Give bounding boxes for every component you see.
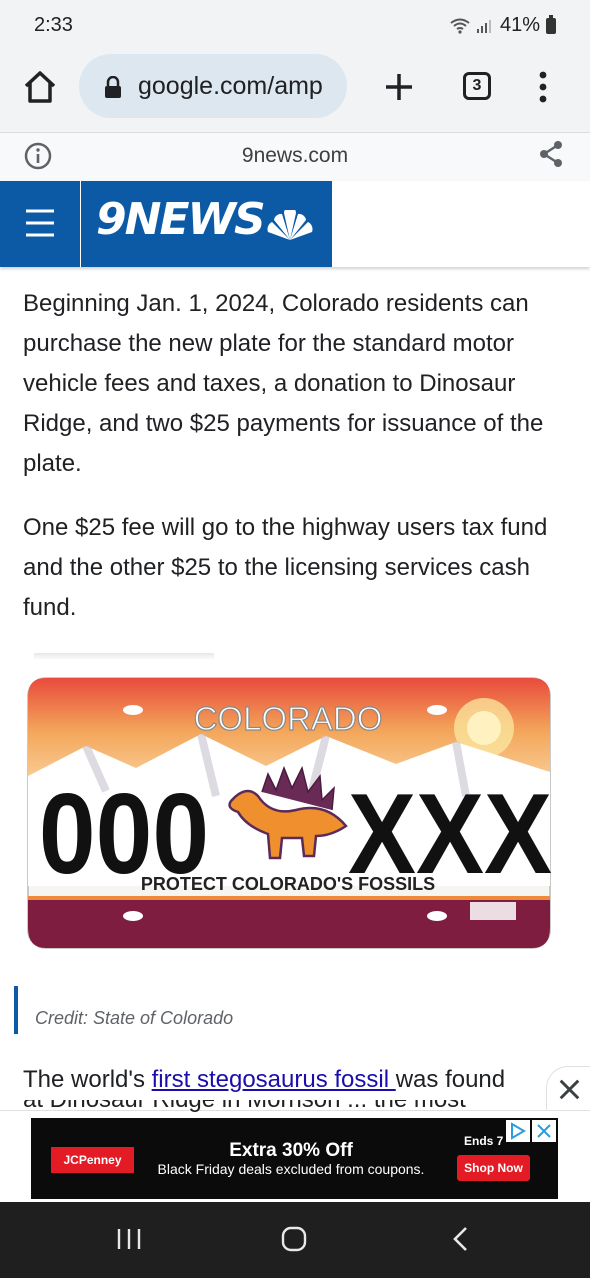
site-logo[interactable]: 9NEWS [96,194,266,245]
article-paragraph: Beginning Jan. 1, 2024, Colorado residen… [23,290,544,477]
ad-subtitle: Black Friday deals excluded from coupons… [157,1161,425,1177]
share-icon[interactable] [538,140,564,168]
image-credit: Credit: State of Colorado [35,1008,234,1028]
article-paragraph: One $25 fee will go to the highway users… [23,514,548,621]
home-icon[interactable] [22,69,58,105]
close-ad-icon[interactable] [546,1066,590,1110]
credit-accent-bar [14,986,18,1034]
jcpenney-logo[interactable]: JCPenney [51,1147,134,1173]
recent-apps-icon[interactable] [116,1227,142,1251]
status-icons: 41% [450,14,556,37]
ad-ends-text: Ends 7 [464,1134,504,1148]
paragraph-text: was found [395,1066,506,1093]
battery-icon [546,14,556,34]
paragraph-cutoff-text: at Dinosaur Ridge in Morrison ... the mo… [23,1100,466,1113]
nbc-peacock-icon [267,210,313,240]
adchoices-icon[interactable] [506,1120,530,1142]
paragraph-text: The world's [23,1066,152,1093]
new-tab-icon[interactable] [380,68,418,106]
home-nav-icon[interactable] [280,1225,308,1253]
url-text[interactable]: google.com/amp [138,72,338,101]
license-plate-image: COLORADO 000 XXX PROTECT COLORADO'S FOSS… [27,677,552,949]
hamburger-menu-icon[interactable] [25,206,55,240]
stegosaurus-fossil-link[interactable]: first stegosaurus fossil [152,1066,396,1093]
ad-title[interactable]: Extra 30% Off [145,1140,437,1162]
plate-slogan: PROTECT COLORADO'S FOSSILS [141,874,435,894]
lock-icon [105,76,121,98]
article-paragraph: The world's first stegosaurus fossil was… [23,1060,553,1100]
ad-dismiss-icon[interactable] [532,1120,556,1142]
status-time: 2:33 [34,14,73,36]
plate-state: COLORADO [194,700,383,737]
more-menu-icon[interactable] [530,70,556,104]
wifi-icon [450,18,470,34]
shop-now-button[interactable]: Shop Now [457,1155,530,1181]
battery-percent: 41% [499,14,540,36]
signal-icon [476,19,491,33]
back-icon[interactable] [450,1225,470,1253]
image-shadow [34,653,214,659]
paragraph-cutoff: at Dinosaur Ridge in Morrison ... the mo… [23,1100,543,1114]
amp-domain: 9news.com [241,144,349,167]
tab-switcher-button[interactable]: 3 [463,72,491,100]
